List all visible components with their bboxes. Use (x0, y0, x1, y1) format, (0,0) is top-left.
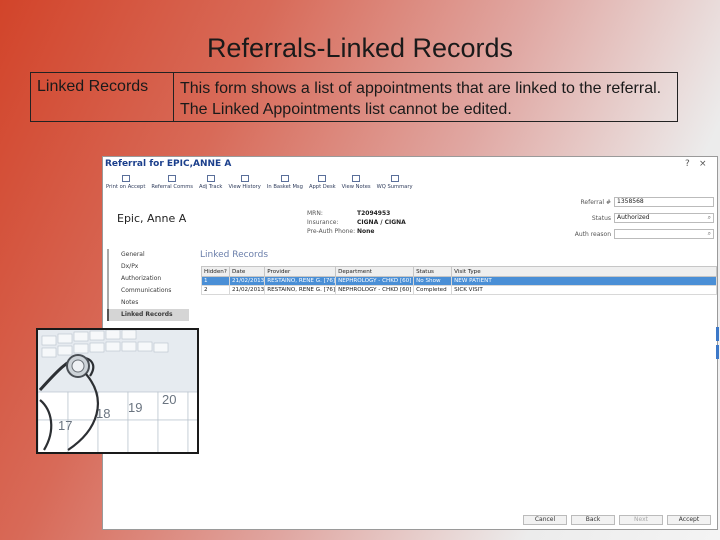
stethoscope-calendar-photo: 18 19 20 17 (36, 328, 199, 454)
search-icon[interactable]: ⌕ (708, 230, 711, 238)
column-header[interactable]: Status (413, 266, 453, 277)
table-row[interactable]: 2 21/02/2013 RESTAINO, RENE G. [76] NEPH… (201, 285, 717, 295)
checkbox-icon (121, 175, 130, 182)
definition-description: This form shows a list of appointments t… (180, 80, 662, 118)
table-header-row: Hidden? Date Provider Department Status … (201, 266, 717, 277)
accept-button[interactable]: Accept (667, 515, 711, 525)
slide-title: Referrals-Linked Records (206, 33, 514, 63)
help-icon[interactable]: ? (685, 159, 690, 169)
calendar-number: 19 (128, 400, 142, 415)
meta-row-mrn: MRN: T2094953 (307, 210, 391, 217)
column-header[interactable]: Provider (264, 266, 337, 277)
clipboard-icon (390, 175, 399, 182)
nav-item-notes[interactable]: Notes (107, 297, 189, 309)
column-header[interactable]: Department (335, 266, 415, 277)
referral-comms-button[interactable]: Referral Comms (148, 174, 196, 196)
toolbar: Print on Accept Referral Comms Adj Track… (103, 174, 423, 196)
linked-appointments-table: Hidden? Date Provider Department Status … (201, 266, 717, 295)
nav-item-communications[interactable]: Communications (107, 285, 189, 297)
mail-icon (168, 175, 177, 182)
definition-term: Linked Records (31, 73, 174, 121)
back-button[interactable]: Back (571, 515, 615, 525)
section-nav: General Dx/Px Authorization Communicatio… (107, 249, 189, 321)
nav-item-dxpx[interactable]: Dx/Px (107, 261, 189, 273)
cancel-button[interactable]: Cancel (523, 515, 567, 525)
window-titlebar: Referral for EPIC,ANNE A ? × (103, 157, 717, 173)
status-input[interactable]: Authorized ⌕ (614, 213, 714, 223)
section-title: Linked Records (200, 250, 269, 260)
patient-meta: MRN: T2094953 Insurance: CIGNA / CIGNA Pre… (307, 209, 406, 236)
track-icon (206, 175, 215, 182)
calendar-number: 20 (162, 392, 176, 407)
calendar-number: 17 (58, 418, 72, 433)
nav-item-general[interactable]: General (107, 249, 189, 261)
referral-number-field: Referral # 1358568 (565, 197, 714, 207)
nav-item-linked-records[interactable]: Linked Records (107, 309, 189, 321)
status-field: Status Authorized ⌕ (565, 213, 714, 223)
column-header[interactable]: Date (228, 266, 266, 277)
view-history-button[interactable]: View History (225, 174, 263, 196)
stethoscope-calendar-image: 18 19 20 17 (38, 330, 197, 452)
adj-track-button[interactable]: Adj Track (196, 174, 225, 196)
side-tab[interactable] (716, 345, 719, 359)
definition-table: Linked Records This form shows a list of… (30, 72, 678, 122)
side-tab[interactable] (716, 327, 719, 341)
table-row[interactable]: 1 21/02/2013 RESTAINO, RENE G. [76] NEPH… (201, 276, 717, 286)
auth-reason-input[interactable]: ⌕ (614, 229, 714, 239)
appt-desk-button[interactable]: Appt Desk (306, 174, 339, 196)
column-header[interactable]: Hidden? (201, 266, 230, 277)
column-header[interactable]: Visit Type (451, 266, 717, 277)
patient-name: Epic, Anne A (117, 212, 187, 225)
envelope-icon (280, 175, 289, 182)
nav-item-authorization[interactable]: Authorization (107, 273, 189, 285)
in-basket-msg-button[interactable]: In Basket Msg (264, 174, 306, 196)
view-notes-button[interactable]: View Notes (339, 174, 374, 196)
people-icon (318, 175, 327, 182)
print-on-accept-button[interactable]: Print on Accept (103, 174, 148, 196)
next-button[interactable]: Next (619, 515, 663, 525)
footer-buttons: Cancel Back Next Accept (523, 515, 711, 525)
auth-reason-field: Auth reason ⌕ (565, 229, 714, 239)
search-icon[interactable]: ⌕ (708, 214, 711, 222)
wq-summary-button[interactable]: WQ Summary (374, 174, 416, 196)
meta-row-preauth: Pre-Auth Phone: None (307, 228, 375, 235)
window-title: Referral for EPIC,ANNE A (105, 159, 232, 169)
notes-icon (352, 175, 361, 182)
binoculars-icon (240, 175, 249, 182)
meta-row-insurance: Insurance: CIGNA / CIGNA (307, 219, 406, 226)
close-icon[interactable]: × (699, 159, 707, 169)
referral-number-input[interactable]: 1358568 (614, 197, 714, 207)
